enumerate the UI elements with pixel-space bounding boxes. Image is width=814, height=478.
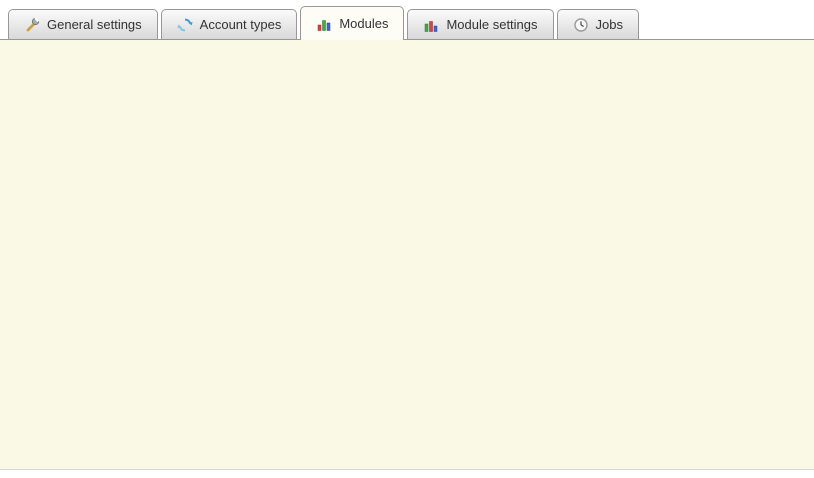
clock-icon [573, 17, 589, 33]
tab-label: General settings [47, 17, 142, 32]
tab-general-settings[interactable]: General settings [8, 9, 158, 39]
tab-label: Jobs [596, 17, 623, 32]
module-configuration-page: General settings Account types [0, 0, 814, 478]
tab-bar: General settings Account types [0, 0, 814, 40]
tab-jobs[interactable]: Jobs [557, 9, 639, 39]
tab-module-settings[interactable]: Module settings [407, 9, 553, 39]
tab-account-types[interactable]: Account types [161, 9, 298, 39]
sync-icon [177, 17, 193, 33]
modules-chart-icon [316, 16, 332, 32]
module-settings-chart-icon [423, 17, 439, 33]
content-panel [0, 39, 814, 470]
tab-label: Module settings [446, 17, 537, 32]
wrench-icon [24, 17, 40, 33]
tab-modules[interactable]: Modules [300, 6, 404, 40]
tab-label: Account types [200, 17, 282, 32]
tab-label: Modules [339, 16, 388, 31]
